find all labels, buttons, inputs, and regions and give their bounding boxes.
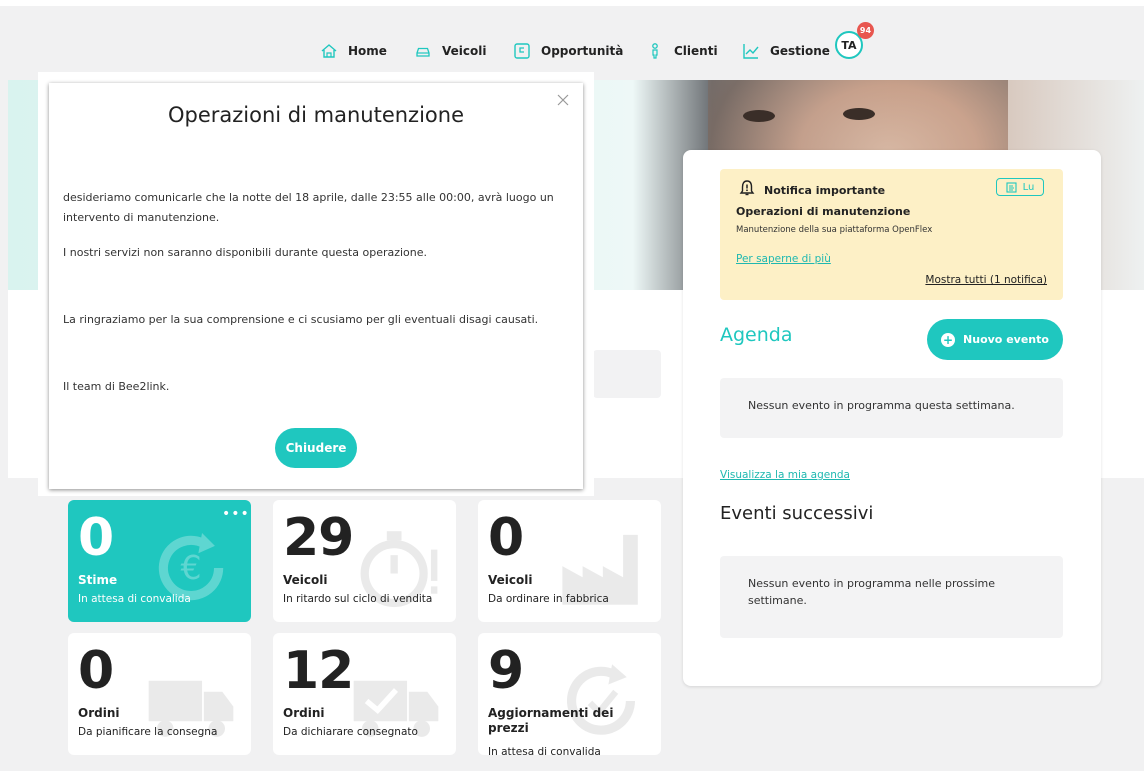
background-input (593, 350, 661, 398)
nav-item-veicoli[interactable]: Veicoli (414, 42, 486, 60)
tile-label: Aggiornamenti dei prezzi (488, 706, 614, 735)
modal-paragraph: I nostri servizi non saranno disponibili… (63, 246, 428, 259)
nav-label-veicoli: Veicoli (442, 44, 487, 58)
learn-more-link[interactable]: Per saperne di più (736, 253, 831, 265)
notification-description: Manutenzione della sua piattaforma OpenF… (736, 225, 933, 235)
tile-veicoli-ritardo[interactable]: 29 Veicoli In ritardo sul ciclo di vendi… (273, 500, 456, 622)
tile-subtitle: Da dichiarare consegnato (283, 726, 418, 738)
agenda-title: Agenda (720, 324, 793, 346)
week-events-empty: Nessun evento in programma questa settim… (720, 378, 1063, 438)
show-all-notifications-link[interactable]: Mostra tutti (1 notifica) (925, 274, 1047, 286)
nav-label-clienti: Clienti (674, 44, 718, 58)
tile-ordini-consegna[interactable]: 0 Ordini Da pianificare la consegna (68, 633, 251, 755)
view-agenda-link[interactable]: Visualizza la mia agenda (720, 469, 850, 481)
top-bar: Home Veicoli Opportunità Clienti Gestion… (0, 0, 1144, 70)
tile-label: Veicoli (283, 573, 328, 587)
maintenance-modal: Operazioni di manutenzione desideriamo c… (49, 83, 583, 489)
hero-photo-detail (743, 110, 775, 122)
tile-veicoli-fabbrica[interactable]: 0 Veicoli Da ordinare in fabbrica (478, 500, 661, 622)
main-nav: Home Veicoli Opportunità Clienti Gestion… (0, 34, 1144, 70)
tile-label: Stime (78, 573, 118, 587)
home-icon (321, 44, 337, 58)
nav-item-home[interactable]: Home (320, 42, 387, 60)
tile-value: 12 (283, 641, 354, 701)
tile-aggiornamenti-prezzi[interactable]: 9 Aggiornamenti dei prezzi In attesa di … (478, 633, 661, 755)
modal-paragraph: La ringraziamo per la sua comprensione e… (63, 313, 539, 326)
tile-label: Ordini (283, 706, 325, 720)
nav-item-clienti[interactable]: Clienti (646, 42, 718, 60)
plus-icon: + (941, 332, 956, 347)
upcoming-events-title: Eventi successivi (720, 503, 874, 524)
nav-item-opportunita[interactable]: Opportunità (513, 42, 623, 60)
tile-subtitle: Da pianificare la consegna (78, 726, 218, 738)
tile-label: Ordini (78, 706, 120, 720)
modal-paragraph: desideriamo comunicarle che la notte del… (63, 191, 554, 224)
important-notification: Notifica importante Lu Operazioni di man… (720, 169, 1063, 300)
mark-read-icon (1006, 182, 1017, 193)
hero-photo-detail (843, 108, 875, 120)
upcoming-events-empty: Nessun evento in programma nelle prossim… (720, 556, 1063, 638)
modal-title: Operazioni di manutenzione (168, 103, 464, 127)
bell-alert-icon (739, 180, 755, 196)
tile-ordini-consegnato[interactable]: 12 Ordini Da dichiarare consegnato (273, 633, 456, 755)
nav-label-gestione: Gestione (770, 44, 830, 58)
nav-item-gestione[interactable]: Gestione (742, 42, 830, 60)
modal-paragraph: Il team di Bee2link. (63, 380, 170, 393)
tile-subtitle: Da ordinare in fabbrica (488, 593, 609, 605)
notification-count-badge: 94 (857, 22, 874, 39)
close-icon[interactable] (555, 92, 571, 108)
tile-value: 29 (283, 508, 354, 568)
client-icon (652, 43, 658, 59)
notification-heading: Notifica importante (764, 184, 886, 197)
more-options-icon[interactable]: ••• (222, 506, 250, 522)
new-event-label: Nuovo evento (963, 333, 1049, 346)
close-modal-button[interactable]: Chiudere (275, 428, 357, 468)
tile-value: 9 (488, 641, 524, 701)
tile-subtitle: In attesa di convalida (488, 746, 601, 755)
tile-value: 0 (78, 641, 114, 701)
chart-icon (743, 44, 759, 59)
mark-read-button[interactable]: Lu (996, 178, 1044, 196)
nav-label-opportunita: Opportunità (541, 44, 624, 58)
notification-title: Operazioni di manutenzione (736, 205, 911, 218)
nav-label-home: Home (348, 44, 387, 58)
tile-value: 0 (488, 508, 524, 568)
svg-text:€: € (180, 548, 201, 587)
mark-read-label: Lu (1022, 181, 1035, 193)
tile-subtitle: In ritardo sul ciclo di vendita (283, 593, 433, 605)
opportunity-icon (514, 43, 530, 59)
agenda-card: Notifica importante Lu Operazioni di man… (683, 150, 1101, 686)
tile-subtitle: In attesa di convalida (78, 593, 191, 605)
tile-label: Veicoli (488, 573, 533, 587)
tile-stime[interactable]: € 0 ••• Stime In attesa di convalida (68, 500, 251, 622)
new-event-button[interactable]: + Nuovo evento (927, 319, 1063, 360)
car-icon (416, 47, 430, 57)
tile-value: 0 (78, 508, 114, 568)
